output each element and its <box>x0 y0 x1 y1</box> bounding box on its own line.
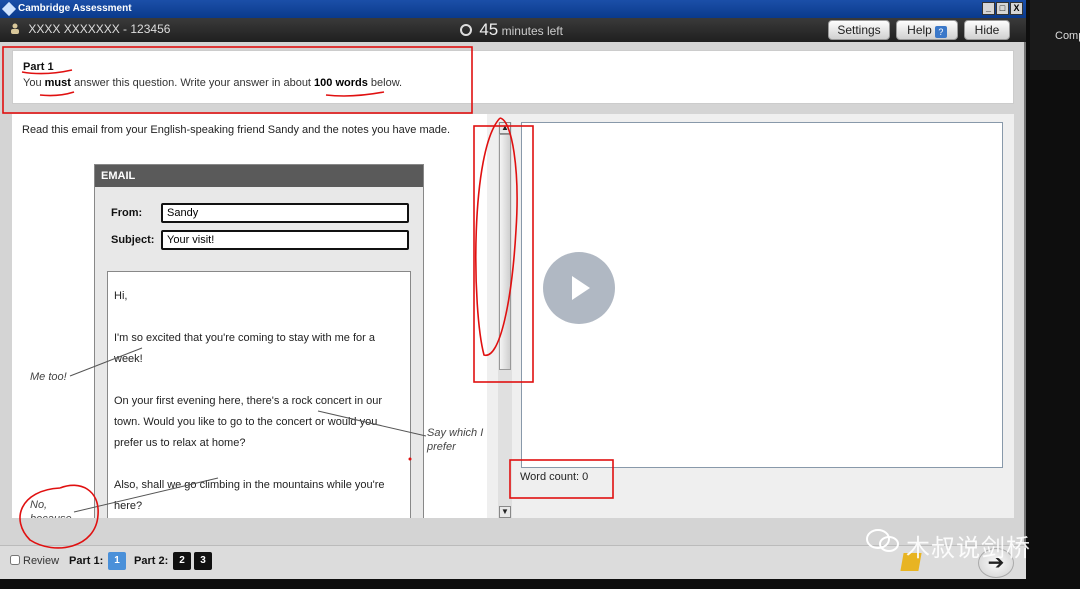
review-checkbox[interactable] <box>10 555 20 565</box>
word-count: Word count: 0 <box>520 471 589 483</box>
instructions-panel: Part 1 You must answer this question. Wr… <box>12 50 1014 104</box>
app-root: Comp Cambridge Assessment _ □ X XXXX XXX… <box>0 0 1080 589</box>
video-play-button[interactable] <box>543 252 615 324</box>
scroll-thumb[interactable] <box>499 134 511 370</box>
timer-label: minutes left <box>501 24 563 38</box>
timer-minutes: 45 <box>479 20 499 39</box>
note-connector-lines <box>69 347 427 513</box>
instruction-word-target: 100 words <box>314 77 368 89</box>
side-window-peek: Comp <box>1030 0 1080 70</box>
candidate-info: XXXX XXXXXXX - 123456 <box>10 22 170 36</box>
hide-button[interactable]: Hide <box>964 20 1010 40</box>
instruction-post: below. <box>367 77 403 89</box>
candidate-id: XXXX XXXXXXX - 123456 <box>28 22 171 36</box>
close-button[interactable]: X <box>1010 2 1023 15</box>
window-title: Cambridge Assessment <box>18 3 132 14</box>
timer: 45 minutes left <box>460 20 563 40</box>
help-label: Help <box>907 23 932 37</box>
instruction-mid: answer this question. Write your answer … <box>70 77 315 89</box>
review-toggle[interactable]: Review <box>10 555 59 567</box>
play-icon <box>572 276 590 300</box>
instruction-pre: You <box>23 77 45 89</box>
instruction-text: You must answer this question. Write you… <box>23 77 1013 89</box>
candidate-person-icon <box>11 23 19 34</box>
part1-nav-label: Part 1: <box>69 555 104 567</box>
help-button[interactable]: Help? <box>896 20 958 40</box>
part-title: Part 1 <box>23 61 54 73</box>
exam-window: Cambridge Assessment _ □ X XXXX XXXXXXX … <box>0 0 1026 579</box>
part2-nav-label: Part 2: <box>134 555 169 567</box>
hide-label: Hide <box>974 23 1000 37</box>
alarm-clock-icon <box>460 24 472 36</box>
question-pane: Read this email from your English-speaki… <box>12 114 487 518</box>
settings-button[interactable]: Settings <box>828 20 890 40</box>
minimize-button[interactable]: _ <box>982 2 995 15</box>
task-content: Read this email from your English-speaki… <box>12 114 1014 518</box>
question-1-button[interactable]: 1 <box>108 552 126 570</box>
cambridge-logo-icon <box>1 1 17 17</box>
scroll-up-button[interactable]: ▲ <box>499 122 511 134</box>
title-bar: Cambridge Assessment _ □ X <box>0 0 1026 18</box>
exam-toolbar: XXXX XXXXXXX - 123456 45 minutes left Se… <box>0 18 1026 42</box>
settings-label: Settings <box>837 23 881 37</box>
question-scrollbar[interactable]: ▲ ▼ <box>498 122 512 518</box>
wechat-icon <box>866 529 899 552</box>
scroll-down-button[interactable]: ▼ <box>499 506 511 518</box>
watermark-text: 木叔说剑桥 <box>906 534 1031 562</box>
help-question-icon: ? <box>934 26 947 38</box>
instruction-must: must <box>44 77 71 89</box>
review-label: Review <box>23 555 60 567</box>
question-3-button[interactable]: 3 <box>194 552 212 570</box>
question-2-button[interactable]: 2 <box>173 552 191 570</box>
maximize-button[interactable]: □ <box>996 2 1009 15</box>
